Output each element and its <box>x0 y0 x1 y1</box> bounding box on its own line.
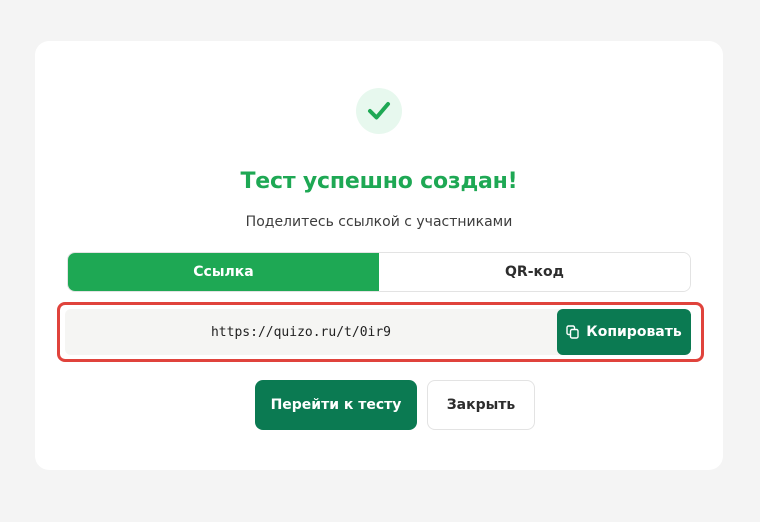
copy-button[interactable]: Копировать <box>557 309 691 355</box>
check-icon <box>368 102 390 120</box>
success-badge <box>356 88 402 134</box>
dialog-actions: Перейти к тесту Закрыть <box>35 380 723 430</box>
share-link-row: https://quizo.ru/t/0ir9 Копировать <box>65 309 691 355</box>
share-link-field[interactable]: https://quizo.ru/t/0ir9 <box>65 309 557 355</box>
success-dialog: Тест успешно создан! Поделитесь ссылкой … <box>35 41 723 470</box>
share-tabs: Ссылка QR-код <box>67 252 691 292</box>
dialog-title: Тест успешно создан! <box>240 169 518 194</box>
go-to-test-button[interactable]: Перейти к тесту <box>255 380 417 430</box>
close-button[interactable]: Закрыть <box>427 380 535 430</box>
dialog-subtitle: Поделитесь ссылкой с участниками <box>245 214 513 230</box>
copy-icon <box>566 325 579 339</box>
copy-button-label: Копировать <box>586 324 682 340</box>
tab-qr-code[interactable]: QR-код <box>379 253 690 291</box>
tab-link[interactable]: Ссылка <box>68 253 379 291</box>
